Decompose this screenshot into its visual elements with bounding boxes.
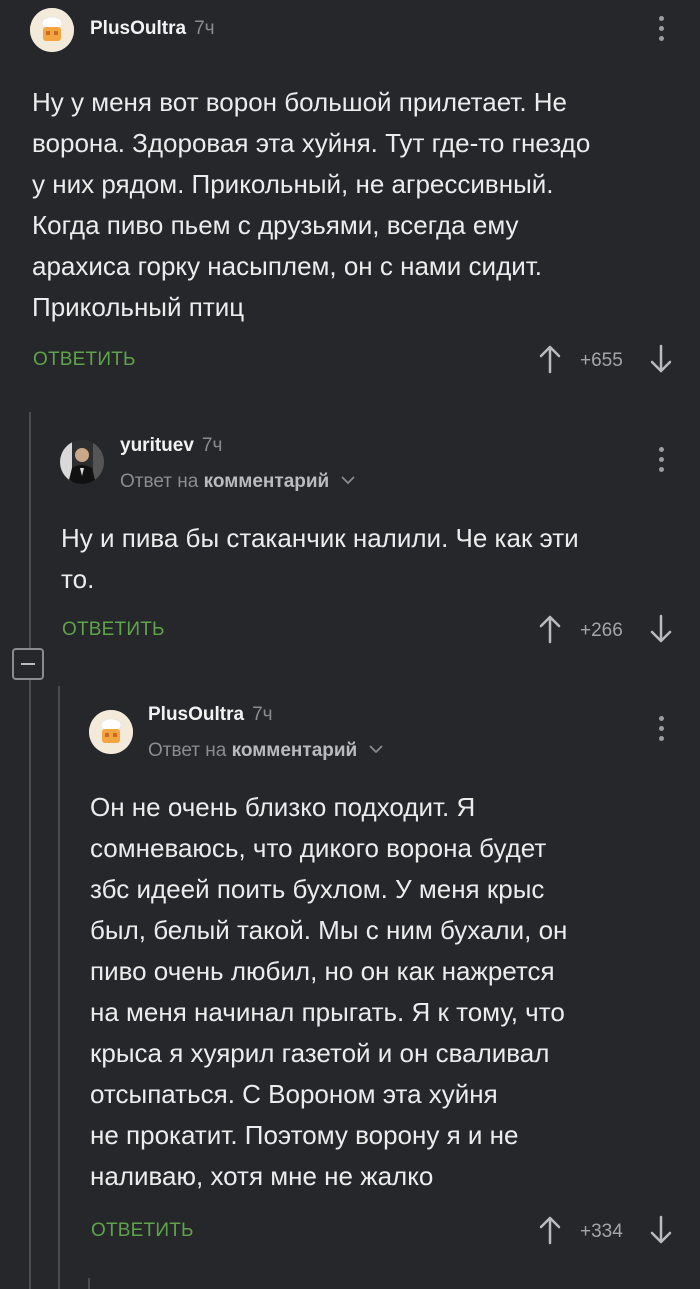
rating-value: +266 — [580, 620, 623, 641]
collapse-thread-button[interactable] — [12, 648, 44, 680]
arrow-down-icon[interactable] — [649, 344, 673, 374]
arrow-down-icon[interactable] — [649, 614, 673, 644]
chevron-down-icon[interactable] — [368, 745, 383, 754]
more-menu-icon[interactable] — [656, 716, 666, 746]
reply-to-link[interactable]: Ответ на комментарий — [120, 471, 355, 493]
avatar[interactable] — [60, 440, 104, 484]
arrow-down-icon[interactable] — [649, 1215, 673, 1245]
author-username[interactable]: PlusOultra — [148, 704, 244, 725]
avatar[interactable] — [89, 710, 133, 754]
avatar[interactable] — [30, 8, 74, 52]
reply-to-target[interactable]: комментарий — [232, 740, 358, 761]
reply-button[interactable]: ОТВЕТИТЬ — [33, 349, 136, 371]
comment-time: 7ч — [201, 435, 223, 456]
comment-time: 7ч — [252, 704, 273, 725]
chef-avatar-icon — [30, 8, 74, 52]
author-name[interactable]: yurituev 7ч — [120, 435, 222, 457]
reply-to-link[interactable]: Ответ на комментарий — [148, 740, 383, 762]
thread-line — [88, 1278, 90, 1289]
chef-avatar-icon — [89, 710, 133, 754]
more-menu-icon[interactable] — [656, 447, 666, 477]
thread-line — [58, 686, 60, 1289]
reply-to-target[interactable]: комментарий — [204, 471, 330, 492]
author-username[interactable]: PlusOultra — [90, 18, 186, 39]
comment-text: Ну у меня вот ворон большой прилетает. Н… — [32, 87, 591, 322]
comment-time: 7ч — [194, 18, 215, 39]
arrow-up-icon[interactable] — [538, 344, 562, 374]
rating-value: +334 — [580, 1221, 623, 1242]
thread-line — [29, 412, 31, 1289]
comment-text: Он не очень близко подходит. Я сомневаюс… — [90, 792, 568, 1191]
rating-value: +655 — [580, 350, 623, 371]
user-photo-icon — [60, 440, 104, 484]
author-username[interactable]: yurituev — [120, 435, 194, 456]
arrow-up-icon[interactable] — [538, 1215, 562, 1245]
author-name[interactable]: PlusOultra 7ч — [148, 704, 273, 726]
arrow-up-icon[interactable] — [538, 614, 562, 644]
more-menu-icon[interactable] — [656, 16, 666, 46]
reply-button[interactable]: ОТВЕТИТЬ — [62, 619, 165, 641]
reply-button[interactable]: ОТВЕТИТЬ — [91, 1220, 194, 1242]
comment-text: Ну и пива бы стаканчик налили. Че как эт… — [61, 523, 579, 594]
chevron-down-icon[interactable] — [340, 476, 355, 485]
author-name[interactable]: PlusOultra 7ч — [90, 18, 215, 40]
